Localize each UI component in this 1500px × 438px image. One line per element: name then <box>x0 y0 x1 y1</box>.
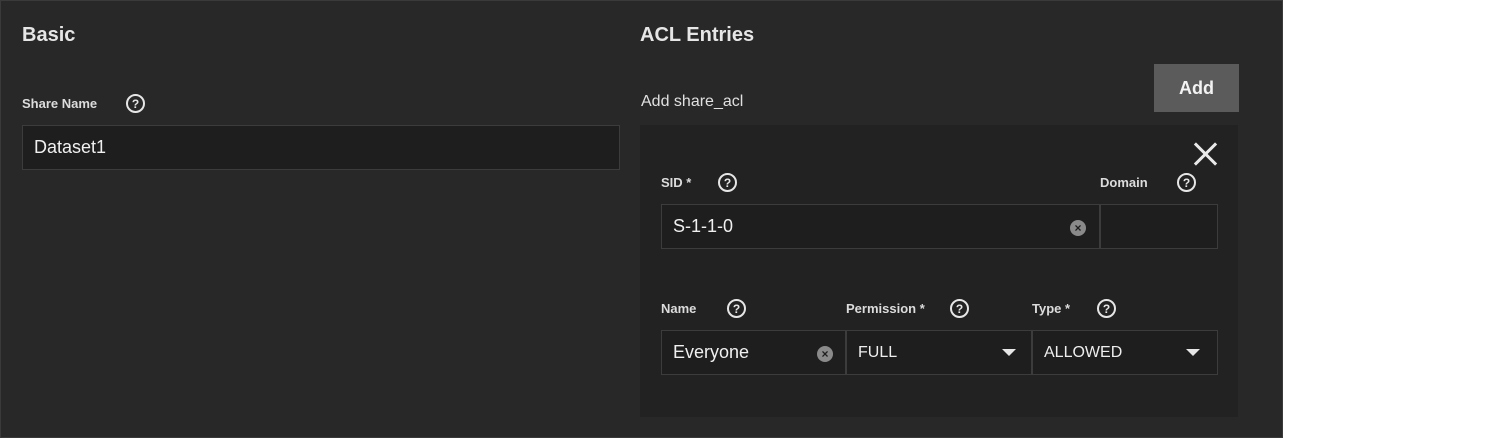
type-value: ALLOWED <box>1044 343 1123 361</box>
add-acl-button[interactable]: Add <box>1154 64 1239 112</box>
permission-label: Permission * <box>846 301 925 316</box>
type-chevron-down-icon <box>1186 349 1200 356</box>
sid-clear-icon[interactable]: × <box>1070 220 1086 236</box>
acl-entries-title: ACL Entries <box>640 24 755 46</box>
type-help-icon[interactable]: ? <box>1097 299 1116 318</box>
name-help-icon[interactable]: ? <box>727 299 746 318</box>
domain-help-icon[interactable]: ? <box>1177 173 1196 192</box>
domain-input[interactable] <box>1100 204 1218 249</box>
name-label: Name <box>661 301 697 316</box>
share-name-input[interactable]: Dataset1 <box>22 125 620 170</box>
share-name-help-icon[interactable]: ? <box>126 94 145 113</box>
permission-help-icon[interactable]: ? <box>950 299 969 318</box>
permission-chevron-down-icon <box>1002 349 1016 356</box>
domain-label: Domain <box>1100 175 1148 190</box>
add-share-acl-label: Add share_acl <box>641 93 744 110</box>
share-name-value: Dataset1 <box>34 137 107 157</box>
type-label: Type * <box>1032 301 1071 316</box>
close-icon[interactable] <box>1192 141 1218 167</box>
basic-section-title: Basic <box>22 24 76 46</box>
name-clear-icon[interactable]: × <box>817 346 833 362</box>
sid-help-icon[interactable]: ? <box>718 173 737 192</box>
sid-label: SID * <box>661 175 692 190</box>
permission-value: FULL <box>858 343 898 361</box>
sid-value: S-1-1-0 <box>673 216 734 236</box>
sid-input[interactable]: S-1-1-0 <box>661 204 1100 249</box>
name-value: Everyone <box>673 342 750 362</box>
share-name-label: Share Name <box>22 96 98 111</box>
